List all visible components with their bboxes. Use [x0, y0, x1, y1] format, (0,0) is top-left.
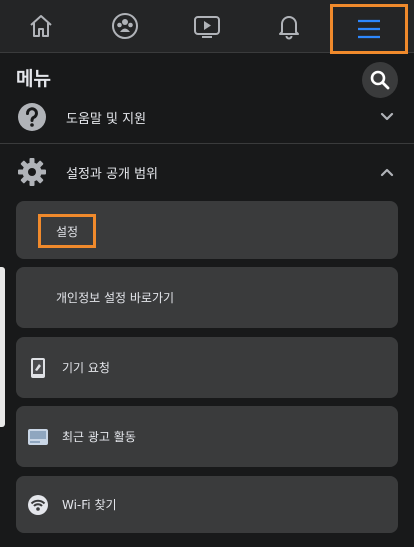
section-divider — [0, 143, 414, 144]
page-title: 메뉴 — [16, 68, 51, 90]
nav-tab-groups[interactable] — [84, 0, 166, 52]
search-icon — [370, 70, 390, 90]
item-label: 개인정보 설정 바로가기 — [56, 291, 175, 305]
section-help-support[interactable]: 도움말 및 지원 — [16, 100, 398, 134]
question-icon — [16, 101, 48, 133]
chevron-up-icon — [380, 168, 394, 177]
item-label: 최근 광고 활동 — [62, 430, 136, 444]
search-button[interactable] — [362, 62, 398, 98]
menu-item-device-requests[interactable]: 기기 요청 — [16, 337, 398, 398]
section-label: 설정과 공개 범위 — [66, 166, 158, 182]
watch-icon — [194, 16, 220, 38]
bell-icon — [279, 16, 299, 40]
side-scroll-handle[interactable] — [0, 267, 5, 427]
section-label: 도움말 및 지원 — [66, 111, 147, 127]
menu-icon — [358, 19, 380, 39]
highlight-box: 설정 — [38, 214, 96, 248]
top-navigation-bar — [0, 0, 414, 54]
groups-icon — [112, 13, 138, 39]
menu-item-privacy-shortcuts[interactable]: 개인정보 설정 바로가기 — [16, 267, 398, 328]
nav-tab-home[interactable] — [0, 0, 82, 52]
menu-item-settings[interactable]: 설정 — [16, 201, 398, 259]
gear-icon — [16, 156, 48, 188]
chevron-down-icon — [380, 112, 394, 121]
wifi-icon — [26, 493, 50, 517]
home-icon — [30, 15, 52, 37]
item-label: Wi-Fi 찾기 — [62, 498, 117, 512]
section-settings-privacy[interactable]: 설정과 공개 범위 — [16, 152, 398, 192]
ad-activity-icon — [26, 425, 50, 449]
phone-icon — [26, 356, 50, 380]
menu-item-recent-ad-activity[interactable]: 최근 광고 활동 — [16, 406, 398, 467]
nav-tab-notifications[interactable] — [248, 0, 330, 52]
item-label: 기기 요청 — [62, 361, 110, 375]
nav-tab-watch[interactable] — [166, 0, 248, 52]
menu-item-find-wifi[interactable]: Wi-Fi 찾기 — [16, 476, 398, 533]
nav-tab-menu[interactable] — [330, 4, 408, 54]
item-label: 설정 — [55, 224, 79, 239]
